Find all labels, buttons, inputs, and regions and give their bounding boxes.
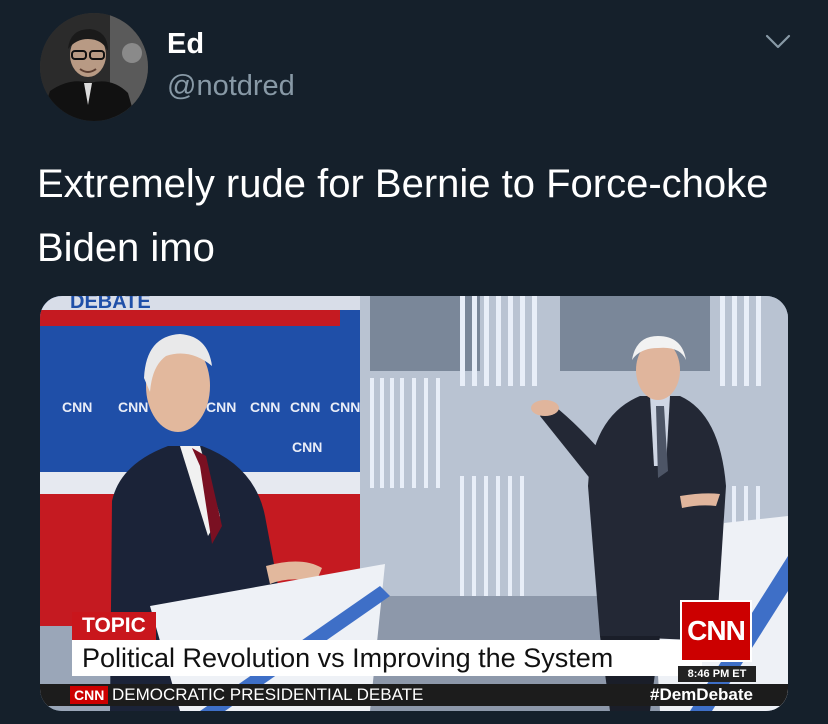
ticker-cnn-logo: CNN — [70, 686, 109, 704]
author-handle[interactable]: @notdred — [167, 70, 295, 103]
hashtag: #DemDebate — [650, 685, 753, 704]
tweet-text: Extremely rude for Bernie to Force-choke… — [37, 162, 769, 270]
backdrop-cnn-logo: CNN — [330, 399, 360, 415]
tweet-media[interactable]: DEBATE CNN CNN CNN CNN CNN CNN CNN TOPIC… — [40, 296, 788, 711]
backdrop-cnn-logo: CNN — [250, 399, 280, 415]
headline-lower-third: Political Revolution vs Improving the Sy… — [72, 640, 702, 676]
author-name[interactable]: Ed — [167, 28, 204, 61]
backdrop-cnn-logo: CNN — [62, 399, 92, 415]
program-title: DEMOCRATIC PRESIDENTIAL DEBATE — [112, 685, 424, 704]
backdrop-cnn-logo: CNN — [118, 399, 148, 415]
banner-fragment-text: DEBATE — [70, 296, 151, 313]
avatar-image — [40, 13, 148, 121]
avatar[interactable] — [40, 13, 148, 121]
backdrop-cnn-logo: CNN — [292, 439, 322, 455]
backdrop-cnn-logo: CNN — [206, 399, 236, 415]
chevron-down-icon[interactable] — [764, 32, 792, 52]
broadcast-time: 8:46 PM ET — [678, 666, 756, 682]
backdrop-cnn-logo: CNN — [290, 399, 320, 415]
topic-tag: TOPIC — [72, 612, 156, 640]
cnn-logo: CNN — [680, 600, 752, 662]
